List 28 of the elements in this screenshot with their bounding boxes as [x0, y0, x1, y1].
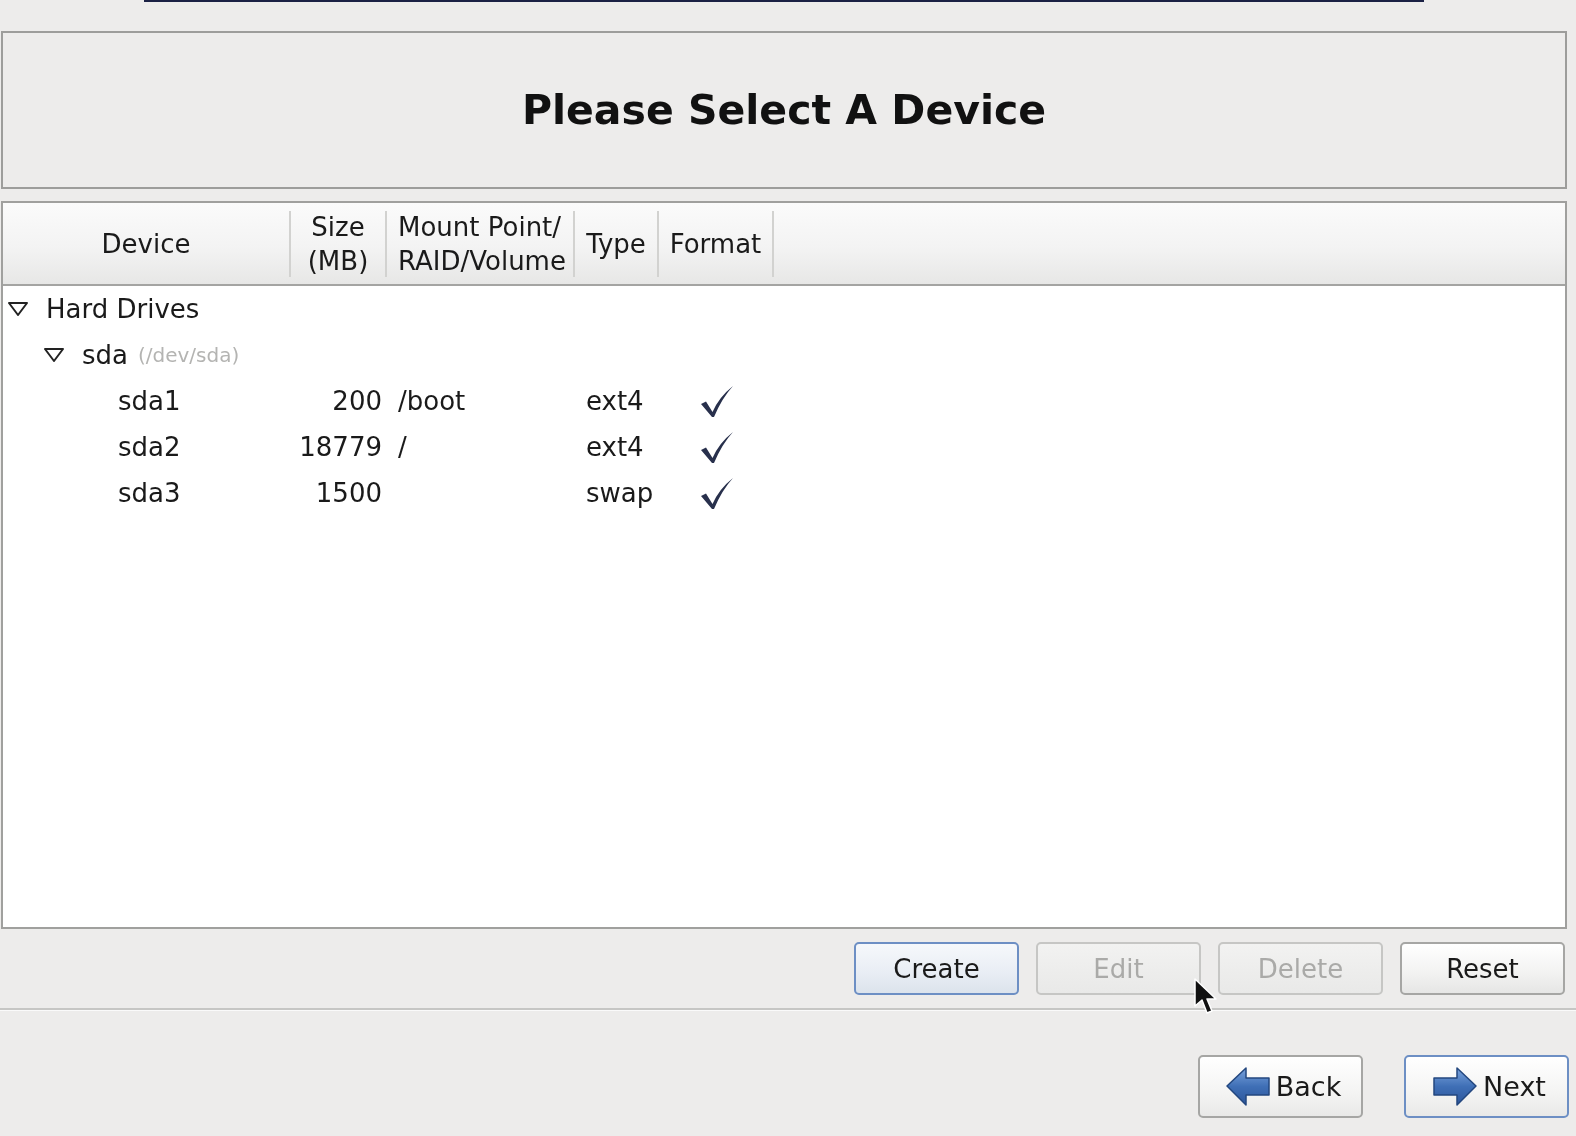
table-cell: ext4 — [586, 386, 644, 416]
column-header[interactable]: Type — [575, 210, 659, 277]
left-arrow-icon — [1225, 1066, 1270, 1107]
column-header[interactable]: Size (MB) — [291, 210, 387, 277]
next-button[interactable]: Next — [1404, 1055, 1569, 1118]
table-cell: 18779 — [299, 432, 382, 462]
expander-triangle-icon[interactable] — [8, 302, 28, 316]
column-header[interactable]: Device — [3, 210, 291, 277]
tree-node-label[interactable]: Hard Drives — [46, 294, 200, 324]
expander-triangle-icon[interactable] — [44, 348, 64, 362]
table-cell: 1500 — [315, 478, 382, 508]
action-button[interactable]: Create — [854, 942, 1019, 995]
page-title: Please Select A Device — [521, 86, 1047, 134]
table-cell: /boot — [398, 386, 466, 416]
table-cell: ext4 — [586, 432, 644, 462]
device-path: (/dev/sda) — [138, 343, 240, 367]
column-header[interactable]: Mount Point/ RAID/Volume — [387, 210, 575, 277]
table-cell: swap — [586, 478, 654, 508]
table-cell: / — [398, 432, 407, 462]
table-cell: sda2 — [118, 432, 181, 462]
table-cell: 200 — [332, 386, 382, 416]
table-cell: sda3 — [118, 478, 181, 508]
tree-node-label[interactable]: sda — [82, 340, 128, 370]
column-header[interactable]: Format — [659, 210, 774, 277]
back-button[interactable]: Back — [1198, 1055, 1363, 1118]
right-arrow-icon — [1433, 1066, 1478, 1107]
action-button[interactable]: Reset — [1400, 942, 1565, 995]
table-cell: sda1 — [118, 386, 181, 416]
